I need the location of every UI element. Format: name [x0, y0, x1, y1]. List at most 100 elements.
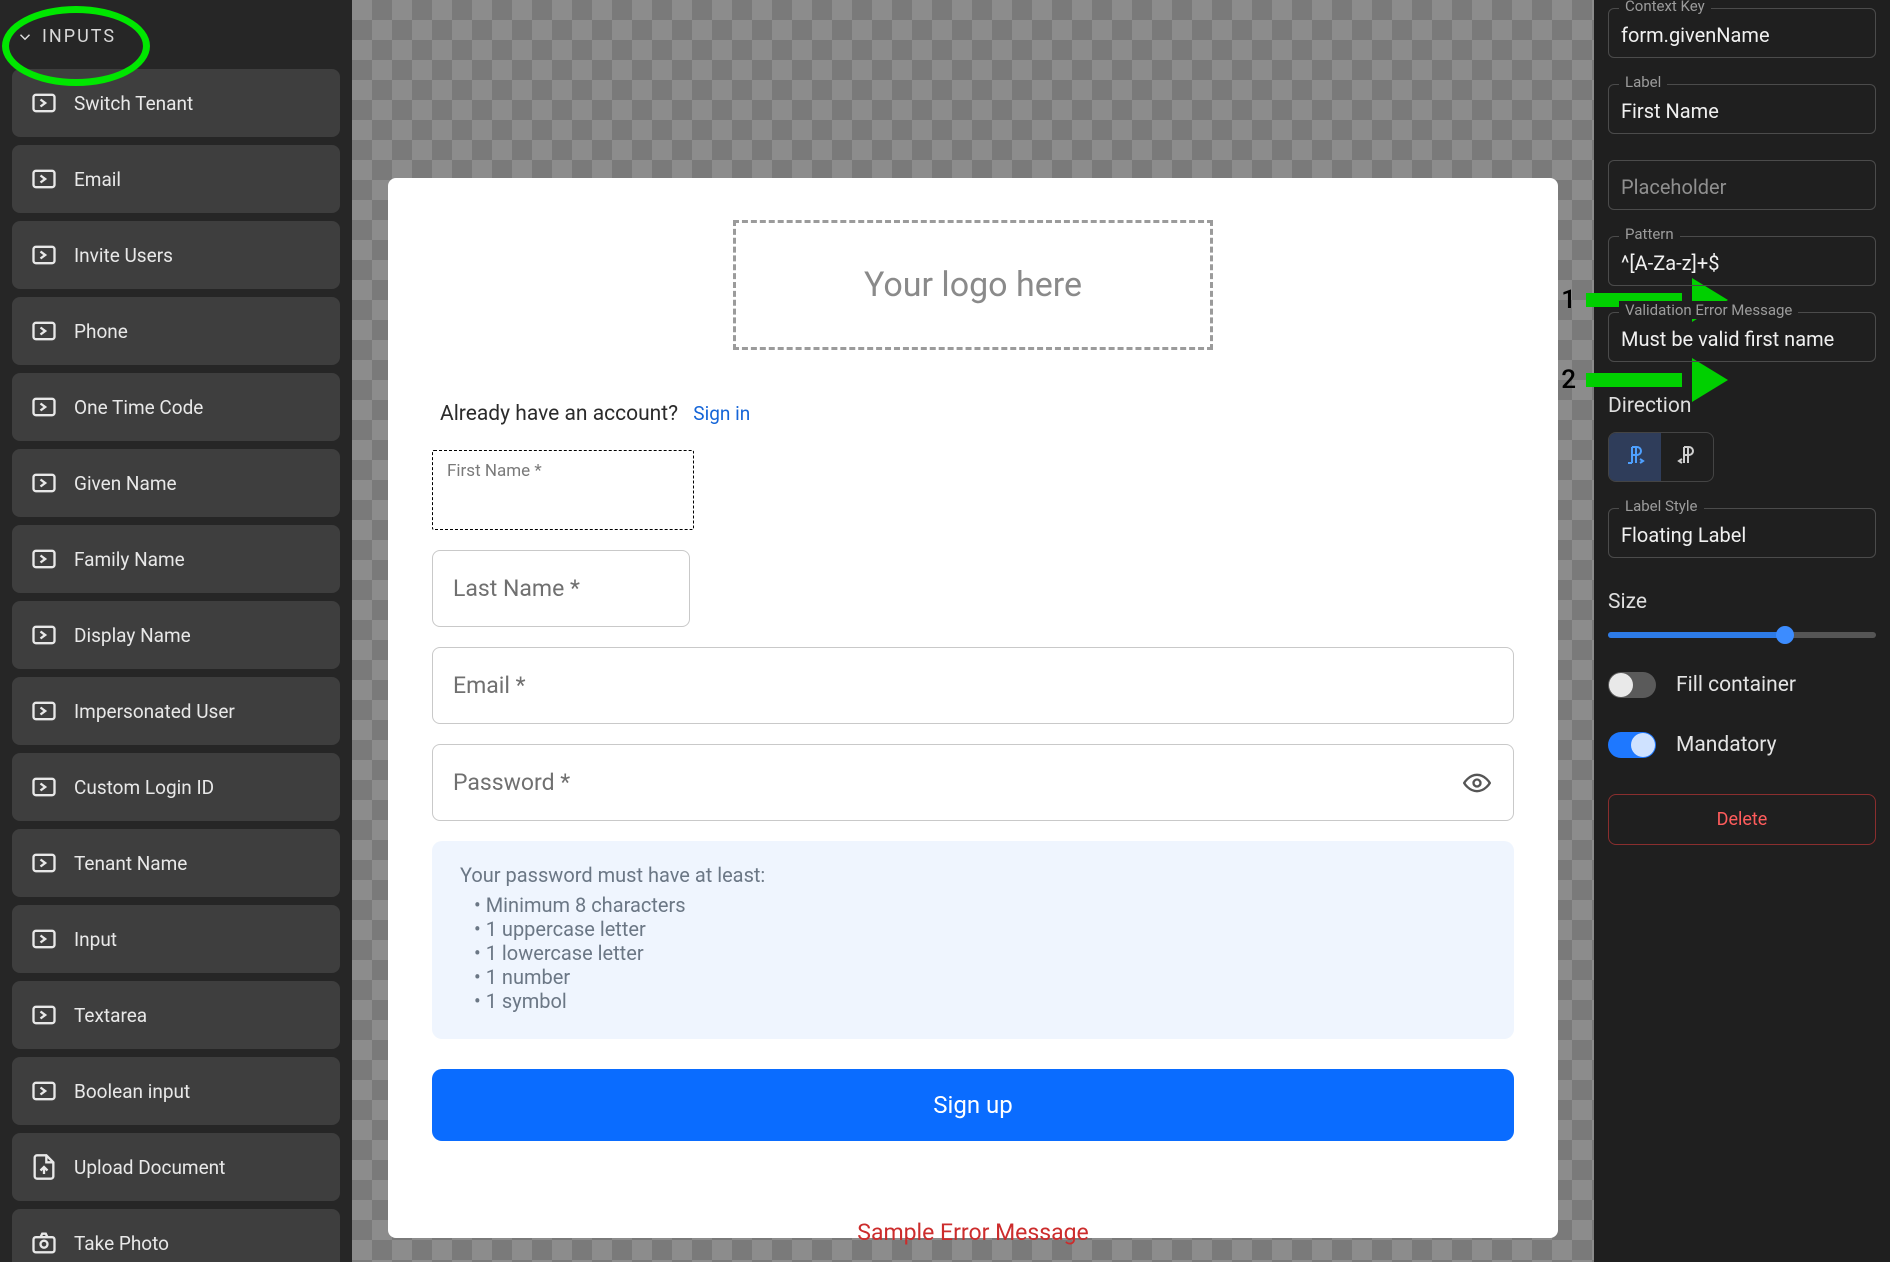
- sidebar-item-input[interactable]: Input: [12, 905, 340, 973]
- input-icon: [30, 621, 58, 649]
- form-card[interactable]: Your logo here Already have an account? …: [388, 178, 1558, 1238]
- sample-error-message: Sample Error Message: [432, 1219, 1514, 1246]
- sidebar-item-display-name[interactable]: Display Name: [12, 601, 340, 669]
- password-hints-header: Your password must have at least:: [460, 863, 1486, 887]
- sidebar-item-given-name[interactable]: Given Name: [12, 449, 340, 517]
- mandatory-label: Mandatory: [1676, 733, 1777, 757]
- pattern-field-value: ^[A-Za-z]+$: [1621, 251, 1863, 275]
- sidebar-item-label: Invite Users: [74, 244, 173, 267]
- input-icon: [30, 1001, 58, 1029]
- eye-icon[interactable]: [1463, 769, 1491, 797]
- sidebar-item-boolean-input[interactable]: Boolean input: [12, 1057, 340, 1125]
- sidebar-item-label: One Time Code: [74, 396, 203, 419]
- sidebar-item-label: Take Photo: [74, 1232, 169, 1255]
- label-style-field[interactable]: Label Style Floating Label: [1608, 508, 1876, 558]
- mandatory-toggle[interactable]: [1608, 732, 1656, 758]
- direction-ltr-button[interactable]: [1609, 433, 1661, 481]
- last-name-label: Last Name *: [453, 575, 580, 602]
- password-hints: Your password must have at least: Minimu…: [432, 841, 1514, 1039]
- pw-hint-item: 1 uppercase letter: [474, 917, 1486, 941]
- sidebar-item-label: Tenant Name: [74, 852, 187, 875]
- sidebar-item-label: Family Name: [74, 548, 185, 571]
- annotation-number: 2: [1561, 365, 1576, 395]
- password-field[interactable]: Password *: [432, 744, 1514, 821]
- logo-placeholder-text: Your logo here: [864, 265, 1082, 305]
- sidebar-item-tenant-name[interactable]: Tenant Name: [12, 829, 340, 897]
- sidebar-item-label: Email: [74, 168, 121, 191]
- input-icon: [30, 773, 58, 801]
- size-slider[interactable]: [1608, 632, 1876, 638]
- mandatory-row: Mandatory: [1608, 732, 1876, 758]
- chevron-down-icon: [16, 28, 34, 46]
- direction-toggle: [1608, 432, 1714, 482]
- email-label: Email *: [453, 672, 526, 699]
- validation-error-field[interactable]: Validation Error Message Must be valid f…: [1608, 312, 1876, 362]
- sidebar-item-label: Upload Document: [74, 1156, 225, 1179]
- context-key-field[interactable]: Context Key form.givenName: [1608, 8, 1876, 58]
- ltr-icon: [1623, 443, 1647, 467]
- placeholder-field-label: Placeholder: [1621, 175, 1863, 199]
- label-field-label: Label: [1619, 73, 1667, 91]
- sidebar-item-upload-document[interactable]: Upload Document: [12, 1133, 340, 1201]
- input-icon: [30, 241, 58, 269]
- annotation-number: 1: [1561, 285, 1576, 315]
- sidebar-item-switch-tenant[interactable]: Switch Tenant: [12, 69, 340, 137]
- input-icon: [30, 849, 58, 877]
- signup-button[interactable]: Sign up: [432, 1069, 1514, 1141]
- signin-link[interactable]: Sign in: [693, 402, 750, 425]
- canvas[interactable]: Your logo here Already have an account? …: [352, 0, 1594, 1262]
- label-field[interactable]: Label First Name: [1608, 84, 1876, 134]
- input-icon: [30, 469, 58, 497]
- input-icon: [30, 545, 58, 573]
- signin-row: Already have an account? Sign in: [432, 402, 1514, 426]
- pw-hint-item: Minimum 8 characters: [474, 893, 1486, 917]
- sidebar-item-invite-users[interactable]: Invite Users: [12, 221, 340, 289]
- input-icon: [30, 317, 58, 345]
- sidebar-item-label: Display Name: [74, 624, 191, 647]
- input-icon: [30, 925, 58, 953]
- direction-rtl-button[interactable]: [1661, 433, 1713, 481]
- sidebar-item-email[interactable]: Email: [12, 145, 340, 213]
- fill-container-toggle[interactable]: [1608, 672, 1656, 698]
- label-style-label: Label Style: [1619, 497, 1704, 515]
- delete-button[interactable]: Delete: [1608, 794, 1876, 845]
- pattern-field-label: Pattern: [1619, 225, 1680, 243]
- pattern-field[interactable]: Pattern ^[A-Za-z]+$: [1608, 236, 1876, 286]
- sidebar-item-textarea[interactable]: Textarea: [12, 981, 340, 1049]
- sidebar-item-label: Input: [74, 928, 117, 951]
- password-label: Password *: [453, 769, 570, 796]
- pw-hint-item: 1 number: [474, 965, 1486, 989]
- context-key-label: Context Key: [1619, 0, 1711, 15]
- fill-container-label: Fill container: [1676, 673, 1796, 697]
- annotation-arrow-head: [1692, 358, 1728, 402]
- sidebar-item-label: Impersonated User: [74, 700, 235, 723]
- sidebar-item-label: Switch Tenant: [74, 92, 193, 115]
- placeholder-field[interactable]: Placeholder: [1608, 160, 1876, 210]
- input-icon: [30, 165, 58, 193]
- input-icon: [30, 697, 58, 725]
- properties-panel: Context Key form.givenName Label First N…: [1594, 0, 1890, 1262]
- sidebar-section-inputs[interactable]: INPUTS: [12, 12, 340, 61]
- sidebar-item-family-name[interactable]: Family Name: [12, 525, 340, 593]
- logo-placeholder[interactable]: Your logo here: [733, 220, 1213, 350]
- sidebar-item-phone[interactable]: Phone: [12, 297, 340, 365]
- email-field[interactable]: Email *: [432, 647, 1514, 724]
- fill-container-row: Fill container: [1608, 672, 1876, 698]
- camera-icon: [30, 1229, 58, 1257]
- first-name-field[interactable]: First Name *: [432, 450, 694, 530]
- sidebar-item-label: Given Name: [74, 472, 177, 495]
- input-icon: [30, 1077, 58, 1105]
- sidebar-item-impersonated-user[interactable]: Impersonated User: [12, 677, 340, 745]
- slider-thumb[interactable]: [1776, 626, 1794, 644]
- upload-icon: [30, 1153, 58, 1181]
- pw-hint-item: 1 symbol: [474, 989, 1486, 1013]
- sidebar-item-label: Boolean input: [74, 1080, 190, 1103]
- last-name-field[interactable]: Last Name *: [432, 550, 690, 627]
- validation-error-label: Validation Error Message: [1619, 301, 1798, 319]
- sidebar-item-one-time-code[interactable]: One Time Code: [12, 373, 340, 441]
- annotation-arrow-bar: [1586, 373, 1682, 387]
- sidebar-item-take-photo[interactable]: Take Photo: [12, 1209, 340, 1262]
- sidebar-item-label: Custom Login ID: [74, 776, 214, 799]
- sidebar: INPUTS Switch Tenant Email Invite Users …: [0, 0, 352, 1262]
- sidebar-item-custom-login-id[interactable]: Custom Login ID: [12, 753, 340, 821]
